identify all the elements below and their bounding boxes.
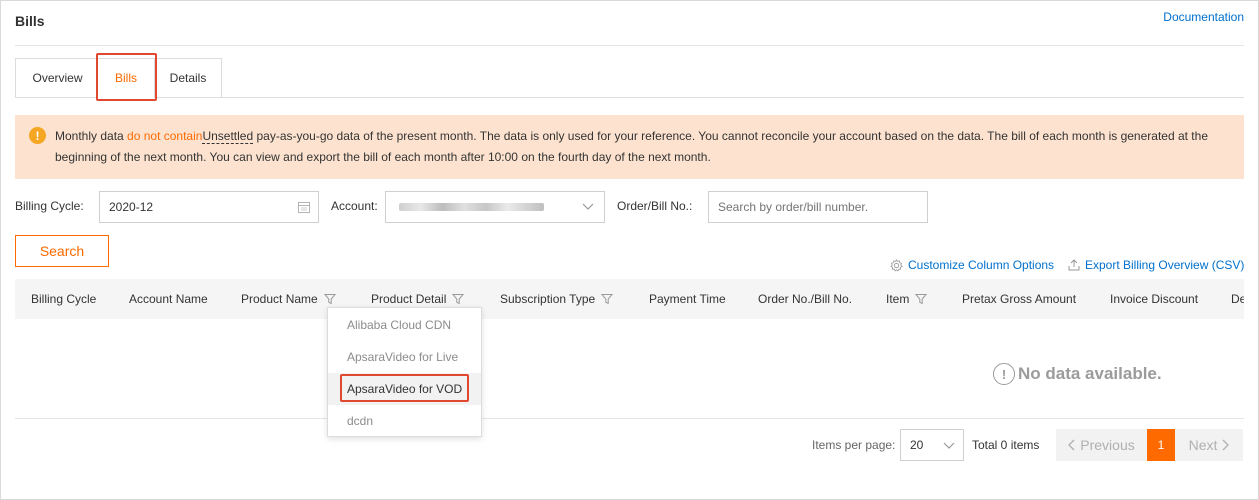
tab-bills[interactable]: Bills bbox=[98, 58, 154, 98]
column-billing-cycle: Billing Cycle bbox=[31, 279, 96, 319]
chevron-down-icon bbox=[943, 442, 955, 449]
column-payment-time: Payment Time bbox=[649, 279, 726, 319]
table-bottom-divider bbox=[15, 418, 1244, 419]
notice-line-1: Monthly data do not containUnsettled pay… bbox=[55, 126, 1232, 147]
filter-icon[interactable] bbox=[915, 293, 928, 305]
tab-details[interactable]: Details bbox=[154, 58, 222, 98]
account-select[interactable] bbox=[385, 191, 605, 223]
filter-icon[interactable] bbox=[601, 293, 614, 305]
dropdown-option-live[interactable]: ApsaraVideo for Live bbox=[328, 341, 481, 373]
next-label: Next bbox=[1188, 437, 1218, 453]
product-filter-dropdown: Alibaba Cloud CDN ApsaraVideo for Live A… bbox=[327, 307, 482, 437]
customize-columns-link[interactable]: Customize Column Options bbox=[890, 258, 1054, 272]
column-pretax-gross-amount: Pretax Gross Amount bbox=[962, 279, 1076, 319]
column-label: Product Name bbox=[241, 292, 318, 306]
gear-icon bbox=[890, 258, 903, 272]
calendar-icon bbox=[298, 202, 310, 213]
export-csv-label: Export Billing Overview (CSV) bbox=[1085, 258, 1245, 272]
column-label: De bbox=[1231, 292, 1244, 306]
notice-warning: do not contain bbox=[127, 129, 203, 143]
items-per-page-value: 20 bbox=[910, 438, 924, 452]
total-items: Total 0 items bbox=[972, 438, 1040, 452]
column-truncated: De bbox=[1231, 279, 1244, 319]
dropdown-option-dcdn[interactable]: dcdn bbox=[328, 405, 481, 437]
column-label: Subscription Type bbox=[500, 292, 596, 306]
tab-overview[interactable]: Overview bbox=[15, 58, 99, 98]
info-icon: ! bbox=[993, 363, 1015, 385]
order-bill-label: Order/Bill No.: bbox=[617, 199, 693, 213]
chevron-left-icon bbox=[1068, 439, 1075, 451]
dropdown-option-cdn[interactable]: Alibaba Cloud CDN bbox=[328, 309, 481, 341]
page-1-button[interactable]: 1 bbox=[1147, 429, 1175, 461]
notice-line-2: beginning of the next month. You can vie… bbox=[55, 150, 711, 164]
chevron-right-icon bbox=[1222, 439, 1230, 451]
column-label: Order No./Bill No. bbox=[758, 292, 853, 306]
column-item: Item bbox=[886, 279, 928, 319]
empty-state-text: No data available. bbox=[1018, 364, 1162, 383]
filter-icon[interactable] bbox=[452, 293, 465, 305]
column-subscription-type: Subscription Type bbox=[500, 279, 614, 319]
column-label: Account Name bbox=[129, 292, 208, 306]
column-product-name: Product Name bbox=[241, 279, 336, 319]
billing-cycle-value: 2020-12 bbox=[109, 200, 154, 214]
column-label: Product Detail bbox=[371, 292, 447, 306]
column-label: Billing Cycle bbox=[31, 292, 97, 306]
warning-icon: ! bbox=[29, 127, 46, 144]
export-csv-link[interactable]: Export Billing Overview (CSV) bbox=[1068, 258, 1244, 272]
column-label: Pretax Gross Amount bbox=[962, 292, 1077, 306]
notice-unsettled-term[interactable]: Unsettled bbox=[202, 129, 254, 144]
order-bill-search-input[interactable] bbox=[708, 191, 928, 223]
column-invoice-discount: Invoice Discount bbox=[1110, 279, 1198, 319]
next-page-button[interactable]: Next bbox=[1175, 429, 1243, 461]
dropdown-option-vod[interactable]: ApsaraVideo for VOD bbox=[328, 373, 481, 405]
header-divider bbox=[15, 45, 1244, 46]
filter-icon[interactable] bbox=[323, 293, 336, 305]
chevron-down-icon bbox=[582, 203, 594, 210]
column-label: Payment Time bbox=[649, 292, 726, 306]
items-per-page-label: Items per page: bbox=[812, 438, 896, 452]
billing-cycle-label: Billing Cycle: bbox=[15, 199, 84, 213]
account-value-redacted bbox=[399, 203, 544, 211]
notice-line1-rest: pay-as-you-go data of the present month.… bbox=[253, 129, 1208, 143]
account-label: Account: bbox=[331, 199, 378, 213]
customize-columns-label: Customize Column Options bbox=[908, 258, 1055, 272]
notice-prefix: Monthly data bbox=[55, 129, 128, 143]
export-icon bbox=[1068, 259, 1080, 271]
billing-cycle-picker[interactable]: 2020-12 bbox=[99, 191, 319, 223]
notice-banner: Monthly data do not containUnsettled pay… bbox=[15, 115, 1244, 179]
page-title: Bills bbox=[15, 13, 45, 29]
previous-page-button[interactable]: Previous bbox=[1056, 429, 1147, 461]
items-per-page-select[interactable]: 20 bbox=[900, 429, 964, 461]
column-label: Item bbox=[886, 292, 910, 306]
column-account-name: Account Name bbox=[129, 279, 208, 319]
documentation-link[interactable]: Documentation bbox=[1163, 10, 1244, 24]
column-order-bill-no: Order No./Bill No. bbox=[758, 279, 852, 319]
previous-label: Previous bbox=[1080, 437, 1135, 453]
column-label: Invoice Discount bbox=[1110, 292, 1199, 306]
empty-state: ! No data available. bbox=[993, 363, 1162, 385]
search-button[interactable]: Search bbox=[15, 235, 109, 267]
